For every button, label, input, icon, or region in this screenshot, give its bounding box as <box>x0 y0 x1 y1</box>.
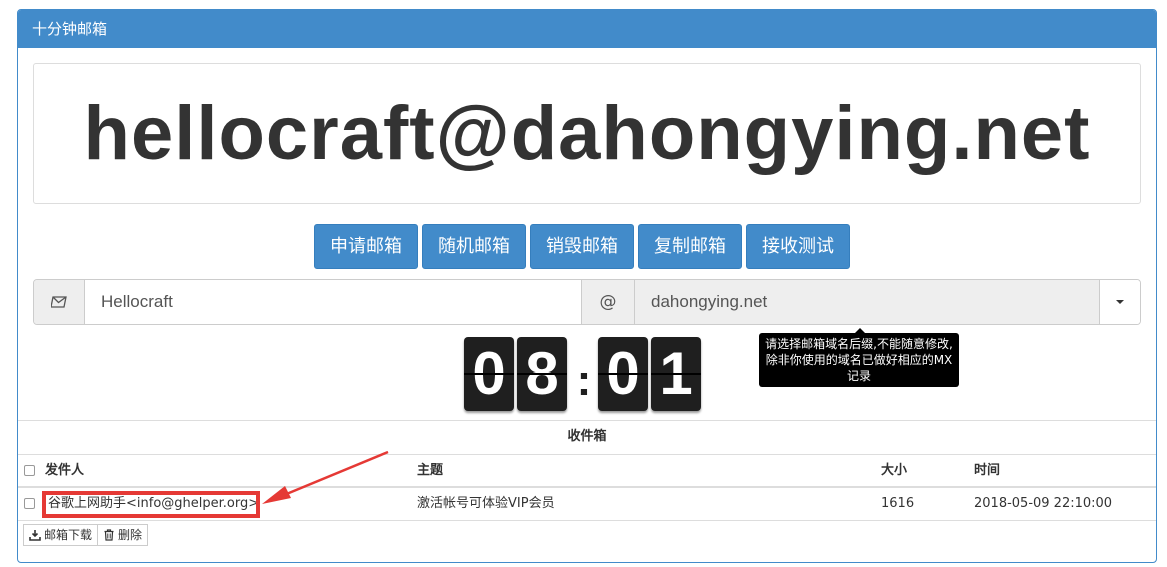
inbox-table: 发件人 主题 大小 时间 谷歌上网助手<info@ghelper.org> 激活… <box>18 454 1156 521</box>
mailbox-form: Hellocraft @ dahongying.net <box>33 279 1141 325</box>
column-header-subject: 主题 <box>417 463 444 478</box>
table-row[interactable]: 谷歌上网助手<info@ghelper.org> 激活帐号可体验VIP会员 16… <box>18 488 1156 520</box>
mail-actions: 邮箱下载 删除 <box>23 524 149 546</box>
timer-digit: 0 <box>464 337 514 411</box>
apply-mailbox-button[interactable]: 申请邮箱 <box>314 224 418 269</box>
caret-down-icon <box>1116 300 1124 304</box>
mailbox-panel: 十分钟邮箱 hellocraft@dahongying.net 申请邮箱 随机邮… <box>17 9 1157 563</box>
username-input[interactable]: Hellocraft <box>85 280 581 324</box>
delete-button[interactable]: 删除 <box>98 524 149 546</box>
domain-tooltip: 请选择邮箱域名后缀,不能随意修改,除非你使用的域名已做好相应的MX记录 <box>759 328 959 387</box>
mail-subject[interactable]: 激活帐号可体验VIP会员 <box>417 488 555 520</box>
column-header-time: 时间 <box>974 463 1001 478</box>
receive-test-button[interactable]: 接收测试 <box>746 224 850 269</box>
copy-mailbox-button[interactable]: 复制邮箱 <box>638 224 742 269</box>
timer-separator: : <box>576 356 592 405</box>
sender-highlight-box <box>42 491 260 518</box>
mail-size: 1616 <box>881 496 915 511</box>
delete-label: 删除 <box>118 528 143 542</box>
timer-digit: 0 <box>598 337 648 411</box>
domain-dropdown-toggle[interactable] <box>1099 280 1140 324</box>
random-mailbox-button[interactable]: 随机邮箱 <box>422 224 526 269</box>
download-icon <box>29 530 41 541</box>
countdown-timer: 0 8 : 0 1 <box>464 337 704 411</box>
column-header-sender: 发件人 <box>45 463 85 478</box>
download-mailbox-button[interactable]: 邮箱下载 <box>23 524 99 546</box>
email-address-display: hellocraft@dahongying.net <box>33 63 1141 204</box>
row-checkbox[interactable] <box>24 498 35 509</box>
destroy-mailbox-button[interactable]: 销毁邮箱 <box>530 224 634 269</box>
at-symbol: @ <box>581 280 635 324</box>
inbox-title: 收件箱 <box>18 420 1156 455</box>
mail-time: 2018-05-09 22:10:00 <box>974 496 1113 511</box>
envelope-icon <box>34 280 85 324</box>
trash-icon <box>104 529 114 541</box>
column-header-size: 大小 <box>881 463 908 478</box>
table-header-row: 发件人 主题 大小 时间 <box>18 454 1156 488</box>
panel-title: 十分钟邮箱 <box>18 10 1156 48</box>
select-all-checkbox[interactable] <box>24 465 35 476</box>
download-label: 邮箱下载 <box>44 528 93 542</box>
table-footer-divider <box>18 520 1156 521</box>
domain-select[interactable]: dahongying.net <box>635 280 1099 324</box>
email-address-text: hellocraft@dahongying.net <box>83 91 1091 176</box>
action-buttons: 申请邮箱 随机邮箱 销毁邮箱 复制邮箱 接收测试 <box>314 224 850 269</box>
timer-digit: 1 <box>651 337 701 411</box>
timer-digit: 8 <box>517 337 567 411</box>
